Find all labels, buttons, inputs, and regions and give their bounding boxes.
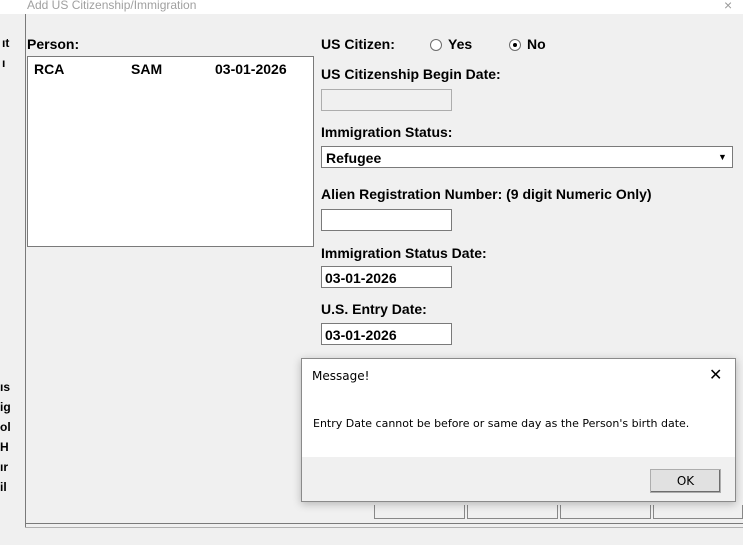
window-close-icon[interactable]: ×	[724, 0, 732, 13]
left-fragment: il	[0, 480, 7, 494]
window-title: Add US Citizenship/Immigration	[27, 0, 197, 12]
person-last-name: RCA	[34, 61, 65, 77]
radio-selected-dot	[513, 43, 517, 47]
dialog-title: Message!	[312, 369, 370, 383]
close-icon[interactable]: ✕	[709, 365, 722, 384]
left-fragment: ıt	[2, 36, 10, 50]
obscured-button[interactable]	[467, 505, 558, 519]
left-fragment: ır	[0, 460, 9, 474]
left-fragment: ol	[0, 420, 11, 434]
status-bar	[25, 527, 743, 545]
left-fragment: ig	[0, 400, 11, 414]
left-fragment: H	[0, 440, 9, 454]
person-first-name: SAM	[131, 61, 163, 77]
left-fragment: ı	[2, 56, 6, 70]
separator	[25, 523, 743, 524]
chevron-down-icon[interactable]: ▼	[714, 148, 731, 166]
citizen-yes-label[interactable]: Yes	[448, 36, 472, 52]
dialog-message: Entry Date cannot be before or same day …	[313, 417, 690, 430]
citizen-no-radio[interactable]	[509, 39, 521, 51]
entry-date-label: U.S. Entry Date:	[321, 301, 427, 317]
background-window-edge: ıt ı ıs ig ol H ır il	[0, 14, 26, 544]
obscured-button[interactable]	[560, 505, 651, 519]
citizen-no-label[interactable]: No	[527, 36, 546, 52]
citizen-yes-radio[interactable]	[430, 39, 442, 51]
entry-date-field[interactable]: 03-01-2026	[321, 323, 452, 345]
message-dialog: Message! ✕ Entry Date cannot be before o…	[301, 358, 736, 502]
citizenship-begin-date-label: US Citizenship Begin Date:	[321, 66, 501, 82]
immigration-status-date-field[interactable]: 03-01-2026	[321, 266, 452, 288]
alien-registration-label: Alien Registration Number: (9 digit Nume…	[321, 186, 652, 202]
person-label: Person:	[27, 36, 80, 52]
immigration-status-select[interactable]: Refugee ▼	[321, 146, 733, 168]
form-left-border	[25, 14, 26, 529]
window-title-bar: Add US Citizenship/Immigration ×	[0, 0, 743, 14]
immigration-status-value: Refugee	[326, 150, 382, 166]
obscured-button[interactable]	[653, 505, 743, 519]
immigration-status-date-label: Immigration Status Date:	[321, 245, 487, 261]
obscured-button[interactable]	[374, 505, 465, 519]
person-dob: 03-01-2026	[215, 61, 287, 77]
immigration-status-label: Immigration Status:	[321, 124, 453, 140]
us-citizen-label: US Citizen:	[321, 36, 395, 52]
alien-registration-field[interactable]	[321, 209, 452, 231]
list-item[interactable]: RCA SAM 03-01-2026	[28, 61, 313, 79]
citizenship-begin-date-field[interactable]	[321, 89, 452, 111]
person-list[interactable]: RCA SAM 03-01-2026	[27, 56, 314, 247]
ok-button[interactable]: OK	[650, 469, 721, 493]
left-fragment: ıs	[0, 380, 11, 394]
